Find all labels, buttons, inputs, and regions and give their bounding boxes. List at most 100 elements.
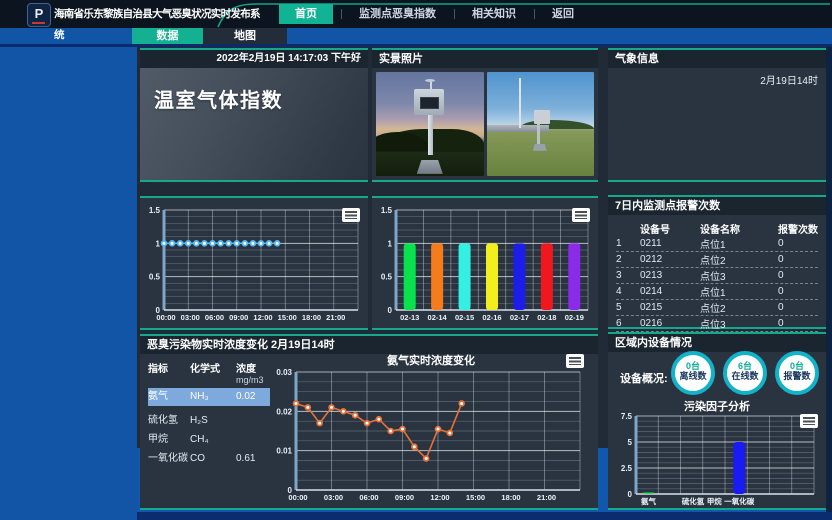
panel-pollutants: 恶臭污染物实时浓度变化 2月19日14时 指标 化学式 浓度mg/m3 氨气NH… [140,334,598,510]
weather-time: 2月19日14时 [760,72,818,87]
photo-station-sunset [376,72,484,176]
stat-offline-count: 0台 离线数 [671,351,715,395]
station-base [417,160,443,174]
alarm-table-row[interactable]: 40214点位10 [616,284,818,300]
svg-text:00:00: 00:00 [156,313,175,322]
offline-count: 0台 [675,361,711,371]
light-pole [519,78,521,128]
weather-title: 气象信息 [608,50,826,68]
station-antenna-disc [425,79,435,82]
offline-label: 离线数 [675,371,711,382]
alarm-table-row[interactable]: 60216点位30 [616,316,818,332]
daily-index-chart: 00.511.502-1302-1402-1502-1602-1702-1802… [372,202,596,326]
svg-text:21:00: 21:00 [326,313,345,322]
svg-text:1: 1 [156,239,161,248]
svg-text:0.01: 0.01 [276,447,292,456]
col-alarm-count: 报警次数 [778,221,818,236]
svg-text:甲烷: 甲烷 [707,496,722,506]
svg-text:15:00: 15:00 [466,493,485,502]
alarm-table-body: 10211点位1020212点位2030213点位3040214点位105021… [616,236,818,332]
svg-text:02-18: 02-18 [537,313,556,322]
right-edge-strip [826,47,832,520]
pollution-factor-chart: 02.557.5氨气硫化氢甲烷一氧化碳 [614,412,820,506]
col-formula: 化学式 [190,360,236,385]
chart-menu-button[interactable] [800,414,818,428]
datetime-text: 2022年2月19日 14:17:03 下午好 [140,50,368,68]
alarm-table-row[interactable]: 10211点位10 [616,236,818,252]
nav-item-home[interactable]: 首页 [279,4,333,24]
svg-text:0.03: 0.03 [276,368,292,377]
menu-lines-icon [575,211,587,219]
svg-text:09:00: 09:00 [395,493,414,502]
station-cabinet [534,110,550,124]
chart-menu-button[interactable] [566,354,584,368]
menu-lines-icon [569,357,581,365]
top-navbar: P 海南省乐东黎族自治县大气恶臭状况实时发布系统 首页 监测点恶臭指数 相关知识… [0,0,832,28]
pollutants-title: 恶臭污染物实时浓度变化 2月19日14时 [140,336,598,354]
svg-text:06:00: 06:00 [359,493,378,502]
alarm-table: 设备号 设备名称 报警次数 10211点位1020212点位2030213点位3… [616,221,818,332]
nav-menu: 首页 监测点恶臭指数 相关知识 返回 [279,0,592,28]
pollutant-row-NH₃[interactable]: 氨气NH₃0.02 [148,388,270,406]
alarm-table-row[interactable]: 50215点位20 [616,300,818,316]
photos-title: 实景照片 [372,50,598,68]
svg-text:1: 1 [388,239,393,248]
photo-station-field [487,72,595,176]
svg-text:2.5: 2.5 [621,464,633,473]
svg-text:09:00: 09:00 [229,313,248,322]
nav-item-back[interactable]: 返回 [534,4,592,24]
svg-text:7.5: 7.5 [621,412,633,421]
col-device-name: 设备名称 [700,221,778,236]
svg-text:氨气: 氨气 [641,496,656,506]
station-screen [420,97,439,109]
unit-label: mg/m3 [236,375,270,385]
logo-red-mark [32,22,45,24]
svg-text:03:00: 03:00 [181,313,200,322]
bottom-edge-strip [137,512,832,520]
pollutant-row-H₂S[interactable]: 硫化氢H₂S [148,413,270,429]
svg-text:0.02: 0.02 [276,407,292,416]
svg-text:02-17: 02-17 [510,313,529,322]
devices-title: 区域内设备情况 [608,334,826,352]
alarm-table-title: 7日内监测点报警次数 [608,197,826,215]
chart-menu-button[interactable] [342,208,360,222]
alarm-table-row[interactable]: 30213点位30 [616,268,818,284]
chart-menu-button[interactable] [572,208,590,222]
svg-text:硫化氢: 硫化氢 [682,496,705,506]
nh3-chart-title: 氨气实时浓度变化 [268,354,594,368]
alarm-table-header: 设备号 设备名称 报警次数 [616,221,818,236]
station-pole [537,122,540,145]
left-sidebar [0,28,137,520]
stat-online-count: 6台 在线数 [723,351,767,395]
station-base [533,144,547,151]
alarm-table-row[interactable]: 20212点位20 [616,252,818,268]
svg-text:06:00: 06:00 [205,313,224,322]
svg-text:02-13: 02-13 [400,313,419,322]
svg-text:0: 0 [388,306,393,315]
app-title: 海南省乐东黎族自治县大气恶臭状况实时发布系统 [54,4,264,46]
alarm-count: 0台 [779,361,815,371]
menu-lines-icon [345,211,357,219]
panel-greenhouse: 2022年2月19日 14:17:03 下午好 温室气体指数 [140,48,368,182]
photos-body [372,68,598,180]
nav-item-knowledge[interactable]: 相关知识 [454,4,534,24]
pollutant-row-CO[interactable]: 一氧化碳CO0.61 [148,451,270,467]
pollutant-row-CH₄[interactable]: 甲烷CH₄ [148,432,270,448]
nav-item-odor-index[interactable]: 监测点恶臭指数 [341,4,454,24]
col-device-id: 设备号 [640,221,700,236]
menu-lines-icon [803,417,815,425]
svg-text:12:00: 12:00 [253,313,272,322]
svg-text:02-16: 02-16 [482,313,501,322]
panel-weather: 气象信息 2月19日14时 [608,48,826,182]
svg-text:0.5: 0.5 [381,273,393,282]
pollutant-table: 指标 化学式 浓度mg/m3 氨气NH₃0.02硫化氢H₂S甲烷CH₄一氧化碳C… [148,360,270,467]
stat-alarm-count: 0台 报警数 [775,351,819,395]
svg-text:一氧化碳: 一氧化碳 [724,496,754,506]
alarm-label: 报警数 [779,371,815,382]
panel-greenhouse-chart: 00.511.500:0003:0006:0009:0012:0015:0018… [140,196,368,330]
svg-text:1.5: 1.5 [149,206,161,215]
svg-text:21:00: 21:00 [537,493,556,502]
panel-devices: 区域内设备情况 设备概况: 0台 离线数 6台 在线数 0台 报警数 污染因子分… [608,332,826,510]
online-label: 在线数 [727,371,763,382]
svg-text:0.5: 0.5 [149,273,161,282]
